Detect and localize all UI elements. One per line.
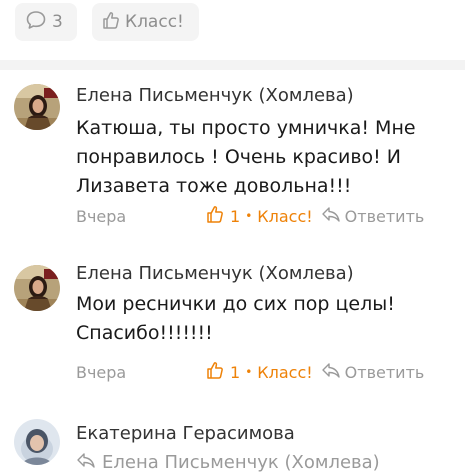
klass-label: Класс! xyxy=(125,12,184,32)
likes-count: 1 xyxy=(230,206,241,226)
comment-text-line: Катюша, ты просто умничка! Мне xyxy=(76,117,416,139)
comment-item: Елена Письменчук (Хомлева) Мои реснички … xyxy=(0,245,465,395)
reply-to-author[interactable]: Елена Письменчук (Хомлева) xyxy=(102,452,380,473)
comment-author[interactable]: Екатерина Герасимова xyxy=(76,423,295,444)
comment-meta: Вчера 1 • Класс! Ответить xyxy=(76,359,456,385)
comment-date: Вчера xyxy=(76,362,127,382)
comment-text-line: Спасибо!!!!!!! xyxy=(76,322,213,344)
comment-text: Мои реснички до сих пор целы! Спасибо!!!… xyxy=(76,290,456,348)
comment-author[interactable]: Елена Письменчук (Хомлева) xyxy=(76,263,354,284)
comment-meta: Вчера 1 • Класс! Ответить xyxy=(76,203,456,229)
thumbs-up-icon xyxy=(206,204,224,228)
section-divider xyxy=(0,60,465,70)
comments-count: 3 xyxy=(52,12,63,32)
comment-text-line: Лизавета тоже довольна!!! xyxy=(76,175,352,197)
reply-button[interactable]: Ответить xyxy=(321,361,425,383)
reply-to: Елена Письменчук (Хомлева) xyxy=(76,451,380,474)
comment-item: Елена Письменчук (Хомлева) Катюша, ты пр… xyxy=(0,70,465,245)
thumbs-up-icon xyxy=(206,360,224,384)
avatar[interactable] xyxy=(14,419,60,465)
klass-label: Класс! xyxy=(257,206,313,226)
comment-text-line: Мои реснички до сих пор целы! xyxy=(76,293,395,315)
avatar[interactable] xyxy=(14,265,60,311)
reply-label: Ответить xyxy=(344,362,425,382)
avatar[interactable] xyxy=(14,84,60,130)
comment-text: Катюша, ты просто умничка! Мне понравило… xyxy=(76,114,456,201)
thumbs-up-icon xyxy=(102,10,120,35)
comment-date: Вчера xyxy=(76,206,127,226)
klass-button[interactable]: 1 • Класс! xyxy=(206,360,313,384)
separator-dot: • xyxy=(245,365,253,379)
comment-author[interactable]: Елена Письменчук (Хомлева) xyxy=(76,85,354,106)
reply-arrow-icon xyxy=(321,205,341,227)
comment-item: Екатерина Герасимова Елена Письменчук (Х… xyxy=(0,395,465,473)
comment-text-line: понравилось ! Очень красиво! И xyxy=(76,146,402,168)
klass-label: Класс! xyxy=(257,362,313,382)
reply-arrow-icon xyxy=(76,451,96,474)
reply-label: Ответить xyxy=(344,206,425,226)
klass-button[interactable]: Класс! xyxy=(92,3,199,41)
reply-arrow-icon xyxy=(321,361,341,383)
reply-button[interactable]: Ответить xyxy=(321,205,425,227)
speech-bubble-icon xyxy=(25,9,47,36)
likes-count: 1 xyxy=(230,362,241,382)
klass-button[interactable]: 1 • Класс! xyxy=(206,204,313,228)
top-actions-bar: 3 Класс! xyxy=(0,0,465,60)
separator-dot: • xyxy=(245,209,253,223)
comments-count-button[interactable]: 3 xyxy=(15,3,77,41)
